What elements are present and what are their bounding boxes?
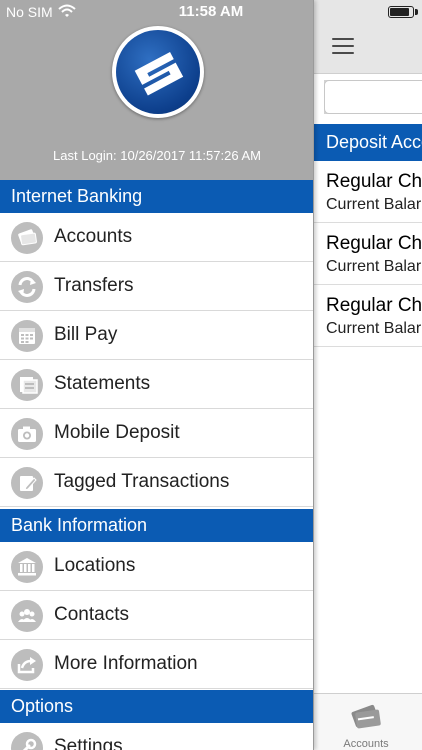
section-bank-information: Bank Information xyxy=(0,509,313,542)
search-input[interactable] xyxy=(324,80,422,114)
drawer-header: Last Login: 10/26/2017 11:57:26 AM xyxy=(0,0,313,180)
hamburger-menu-icon[interactable] xyxy=(332,38,354,56)
account-row[interactable]: Regular Ch Current Balar xyxy=(314,285,422,347)
account-row[interactable]: Regular Ch Current Balar xyxy=(314,223,422,285)
wrench-icon xyxy=(11,732,43,750)
people-icon xyxy=(11,600,43,632)
menu-label: Statements xyxy=(54,373,151,394)
menu-item-tagged-transactions[interactable]: Tagged Transactions xyxy=(0,458,313,507)
menu-label: Transfers xyxy=(54,275,134,296)
menu-label: Accounts xyxy=(54,226,133,247)
status-time: 11:58 AM xyxy=(178,3,244,20)
menu-label: Mobile Deposit xyxy=(54,422,180,443)
tab-accounts[interactable]: Accounts xyxy=(334,700,398,750)
menu-item-locations[interactable]: Locations xyxy=(0,542,313,591)
account-balance-label: Current Balar xyxy=(326,320,422,337)
menu-label: Contacts xyxy=(54,604,129,625)
account-row[interactable]: Regular Ch Current Balar xyxy=(314,161,422,223)
bank-logo xyxy=(112,26,204,118)
last-login-text: Last Login: 10/26/2017 11:57:26 AM xyxy=(53,148,261,163)
tab-bar: Accounts xyxy=(314,693,422,750)
account-name: Regular Ch xyxy=(326,233,422,254)
menu-label: Locations xyxy=(54,555,136,576)
section-internet-banking: Internet Banking xyxy=(0,180,313,213)
main-panel: Deposit Acco Regular Ch Current Balar Re… xyxy=(314,0,422,750)
account-balance-label: Current Balar xyxy=(326,258,422,275)
credit-card-icon xyxy=(11,222,43,254)
statement-icon xyxy=(11,369,43,401)
camera-icon xyxy=(11,418,43,450)
account-name: Regular Ch xyxy=(326,295,422,316)
menu-label: More Information xyxy=(54,653,198,674)
menu-item-contacts[interactable]: Contacts xyxy=(0,591,313,640)
menu-item-settings[interactable]: Settings xyxy=(0,723,313,750)
menu-item-more-information[interactable]: More Information xyxy=(0,640,313,689)
battery-icon xyxy=(388,6,414,18)
tab-accounts-label: Accounts xyxy=(343,738,389,750)
search-bar xyxy=(324,80,422,114)
account-balance-label: Current Balar xyxy=(326,196,422,213)
battery-tip xyxy=(415,9,418,15)
tag-pencil-icon xyxy=(11,467,43,499)
account-name: Regular Ch xyxy=(326,171,422,192)
menu-label: Settings xyxy=(54,736,123,750)
menu-item-bill-pay[interactable]: Bill Pay xyxy=(0,311,313,360)
transfer-arrows-icon xyxy=(11,271,43,303)
menu-item-statements[interactable]: Statements xyxy=(0,360,313,409)
navigation-drawer: Last Login: 10/26/2017 11:57:26 AM Inter… xyxy=(0,0,314,750)
menu-label: Bill Pay xyxy=(54,324,118,345)
menu-item-mobile-deposit[interactable]: Mobile Deposit xyxy=(0,409,313,458)
deposit-accounts-header: Deposit Acco xyxy=(314,124,422,161)
status-bar: No SIM 11:58 AM xyxy=(0,0,422,24)
section-options: Options xyxy=(0,690,313,723)
calendar-icon xyxy=(11,320,43,352)
menu-item-accounts[interactable]: Accounts xyxy=(0,213,313,262)
credit-card-icon xyxy=(349,702,383,732)
app-screen: Deposit Acco Regular Ch Current Balar Re… xyxy=(0,0,422,750)
bank-building-icon xyxy=(11,551,43,583)
menu-item-transfers[interactable]: Transfers xyxy=(0,262,313,311)
menu-label: Tagged Transactions xyxy=(54,471,230,492)
share-arrow-icon xyxy=(11,649,43,681)
